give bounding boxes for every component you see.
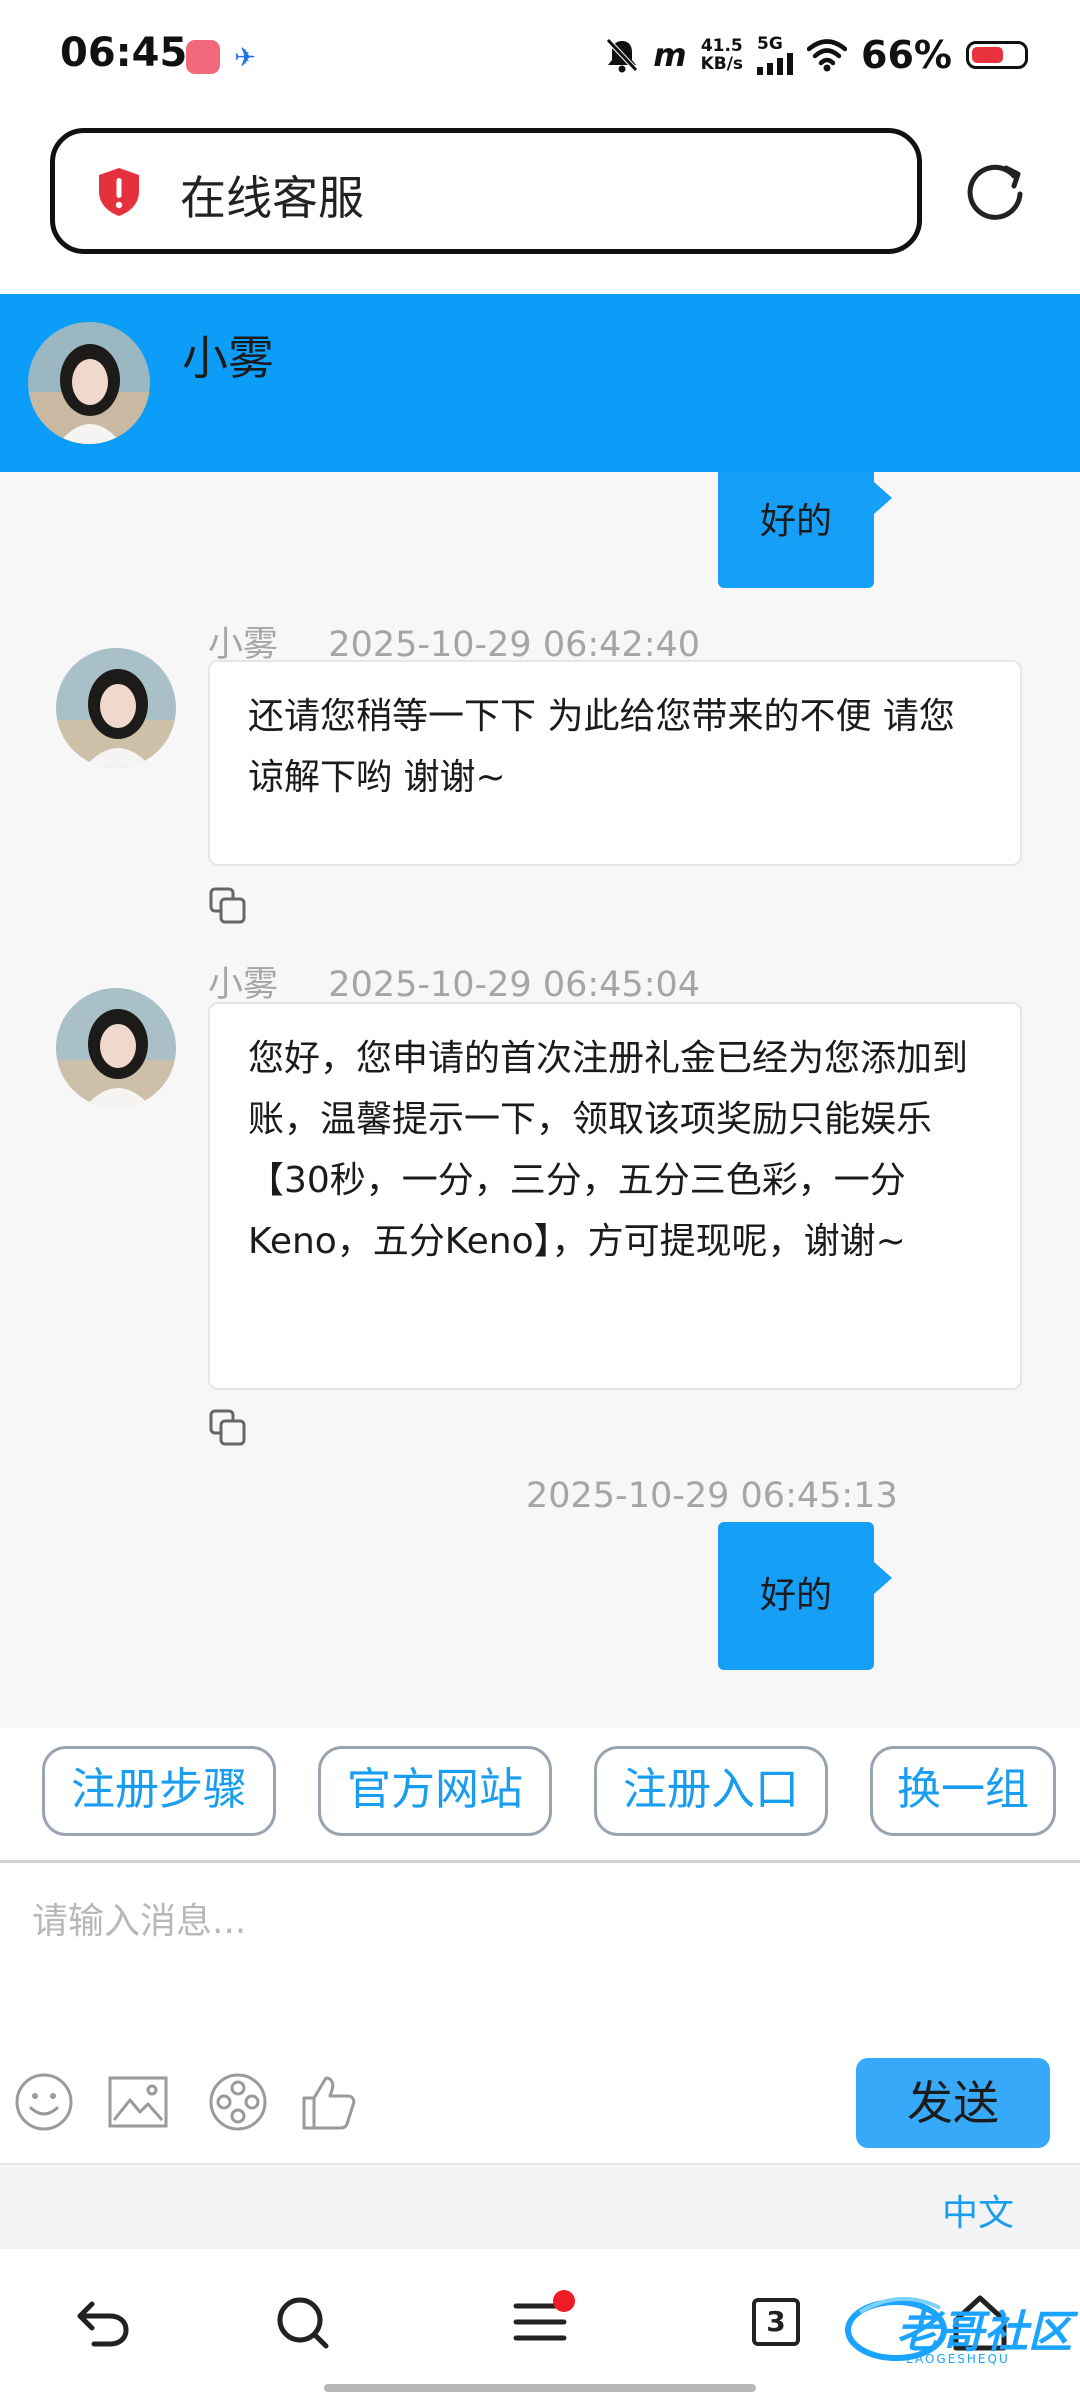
message-time: 2025-10-29 06:45:13 (526, 1476, 898, 1516)
back-icon[interactable] (70, 2290, 134, 2354)
notification-dot (553, 2290, 575, 2312)
chat-header (0, 294, 1080, 472)
thumbs-up-icon[interactable] (296, 2070, 360, 2134)
calendar-app-icon (186, 40, 220, 74)
watermark-subtext: LAOGESHEQU (906, 2352, 1010, 2366)
net-speed-value: 41.5 (700, 36, 743, 56)
watermark-text: 老哥社区 (896, 2307, 1072, 2358)
video-icon[interactable] (206, 2070, 270, 2134)
net-speed-unit: KB/s (700, 54, 744, 74)
network-type: 5G (757, 34, 783, 54)
chat-messages[interactable]: 好的 小雾 2025-10-29 06:42:40 还请您稍等一下下 为此给您带… (0, 472, 1080, 1728)
agent-name: 小雾 (182, 331, 274, 385)
message-text: 还请您稍等一下下 为此给您带来的不便 请您谅解下哟 谢谢~ (248, 696, 955, 798)
message-time: 2025-10-29 06:42:40 (328, 625, 701, 665)
bubble-tail (874, 482, 892, 514)
message-bubble-received[interactable]: 还请您稍等一下下 为此给您带来的不便 请您谅解下哟 谢谢~ (208, 660, 1022, 866)
page-title: 在线客服 (180, 171, 364, 225)
sender-name: 小雾 (208, 625, 279, 665)
message-meta: 小雾 2025-10-29 06:45:04 (208, 956, 700, 1007)
signal-group: 5G (757, 34, 794, 75)
refresh-icon[interactable] (962, 158, 1028, 224)
agent-avatar (56, 988, 176, 1108)
copy-icon[interactable] (208, 886, 248, 926)
message-bubble-sent[interactable]: 好的 (718, 1522, 874, 1670)
mute-icon (606, 38, 639, 73)
vibrate-icon: m (653, 36, 687, 74)
status-right: m 41.5 KB/s 5G 66% (605, 30, 1028, 80)
tabs-icon[interactable]: 3 (752, 2298, 800, 2346)
send-button[interactable]: 发送 (856, 2058, 1050, 2148)
agent-avatar (28, 322, 150, 444)
quick-reply-register-steps[interactable]: 注册步骤 (42, 1746, 276, 1836)
quick-reply-refresh-group[interactable]: 换一组 (870, 1746, 1056, 1836)
language-bar (0, 2163, 1080, 2249)
bird-app-icon: ✈ (234, 43, 256, 73)
message-time: 2025-10-29 06:45:04 (328, 965, 701, 1005)
copy-icon[interactable] (208, 1408, 248, 1448)
battery-percent: 66% (861, 33, 952, 77)
sender-name: 小雾 (208, 965, 279, 1005)
shield-alert-icon[interactable] (96, 166, 142, 218)
message-bubble-sent[interactable]: 好的 (718, 472, 874, 588)
emoji-icon[interactable] (12, 2070, 76, 2134)
battery-fill (972, 47, 1004, 63)
message-text: 好的 (759, 1575, 832, 1616)
agent-avatar (56, 648, 176, 768)
net-speed: 41.5 KB/s (701, 37, 743, 73)
message-text: 您好，您申请的首次注册礼金已经为您添加到账，温馨提示一下，领取该项奖励只能娱乐【… (248, 1038, 969, 1262)
message-text: 好的 (759, 501, 832, 542)
message-input[interactable] (30, 1880, 1054, 1962)
message-bubble-received[interactable]: 您好，您申请的首次注册礼金已经为您添加到账，温馨提示一下，领取该项奖励只能娱乐【… (208, 1002, 1022, 1390)
search-icon[interactable] (270, 2290, 334, 2354)
status-time: 06:45 (60, 30, 188, 76)
image-icon[interactable] (106, 2070, 170, 2134)
wifi-icon (807, 39, 848, 72)
language-switch[interactable]: 中文 (942, 2184, 1014, 2236)
home-indicator[interactable] (324, 2384, 756, 2392)
battery-icon (966, 41, 1028, 69)
signal-icon (757, 53, 794, 75)
bubble-tail (874, 1562, 892, 1594)
quick-reply-official-site[interactable]: 官方网站 (318, 1746, 552, 1836)
quick-reply-register-entry[interactable]: 注册入口 (594, 1746, 828, 1836)
